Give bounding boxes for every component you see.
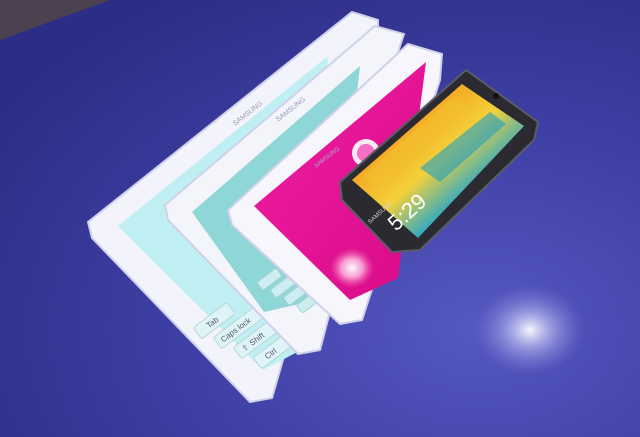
light-glare bbox=[475, 285, 585, 375]
photo-canvas: SAMSUNG Tab Caps lock ⇧ Shift Ctrl SAMSU… bbox=[0, 0, 640, 437]
phone-camera-icon bbox=[493, 93, 499, 99]
screen-glare bbox=[330, 248, 374, 288]
photo-scene: SAMSUNG Tab Caps lock ⇧ Shift Ctrl SAMSU… bbox=[0, 0, 640, 437]
